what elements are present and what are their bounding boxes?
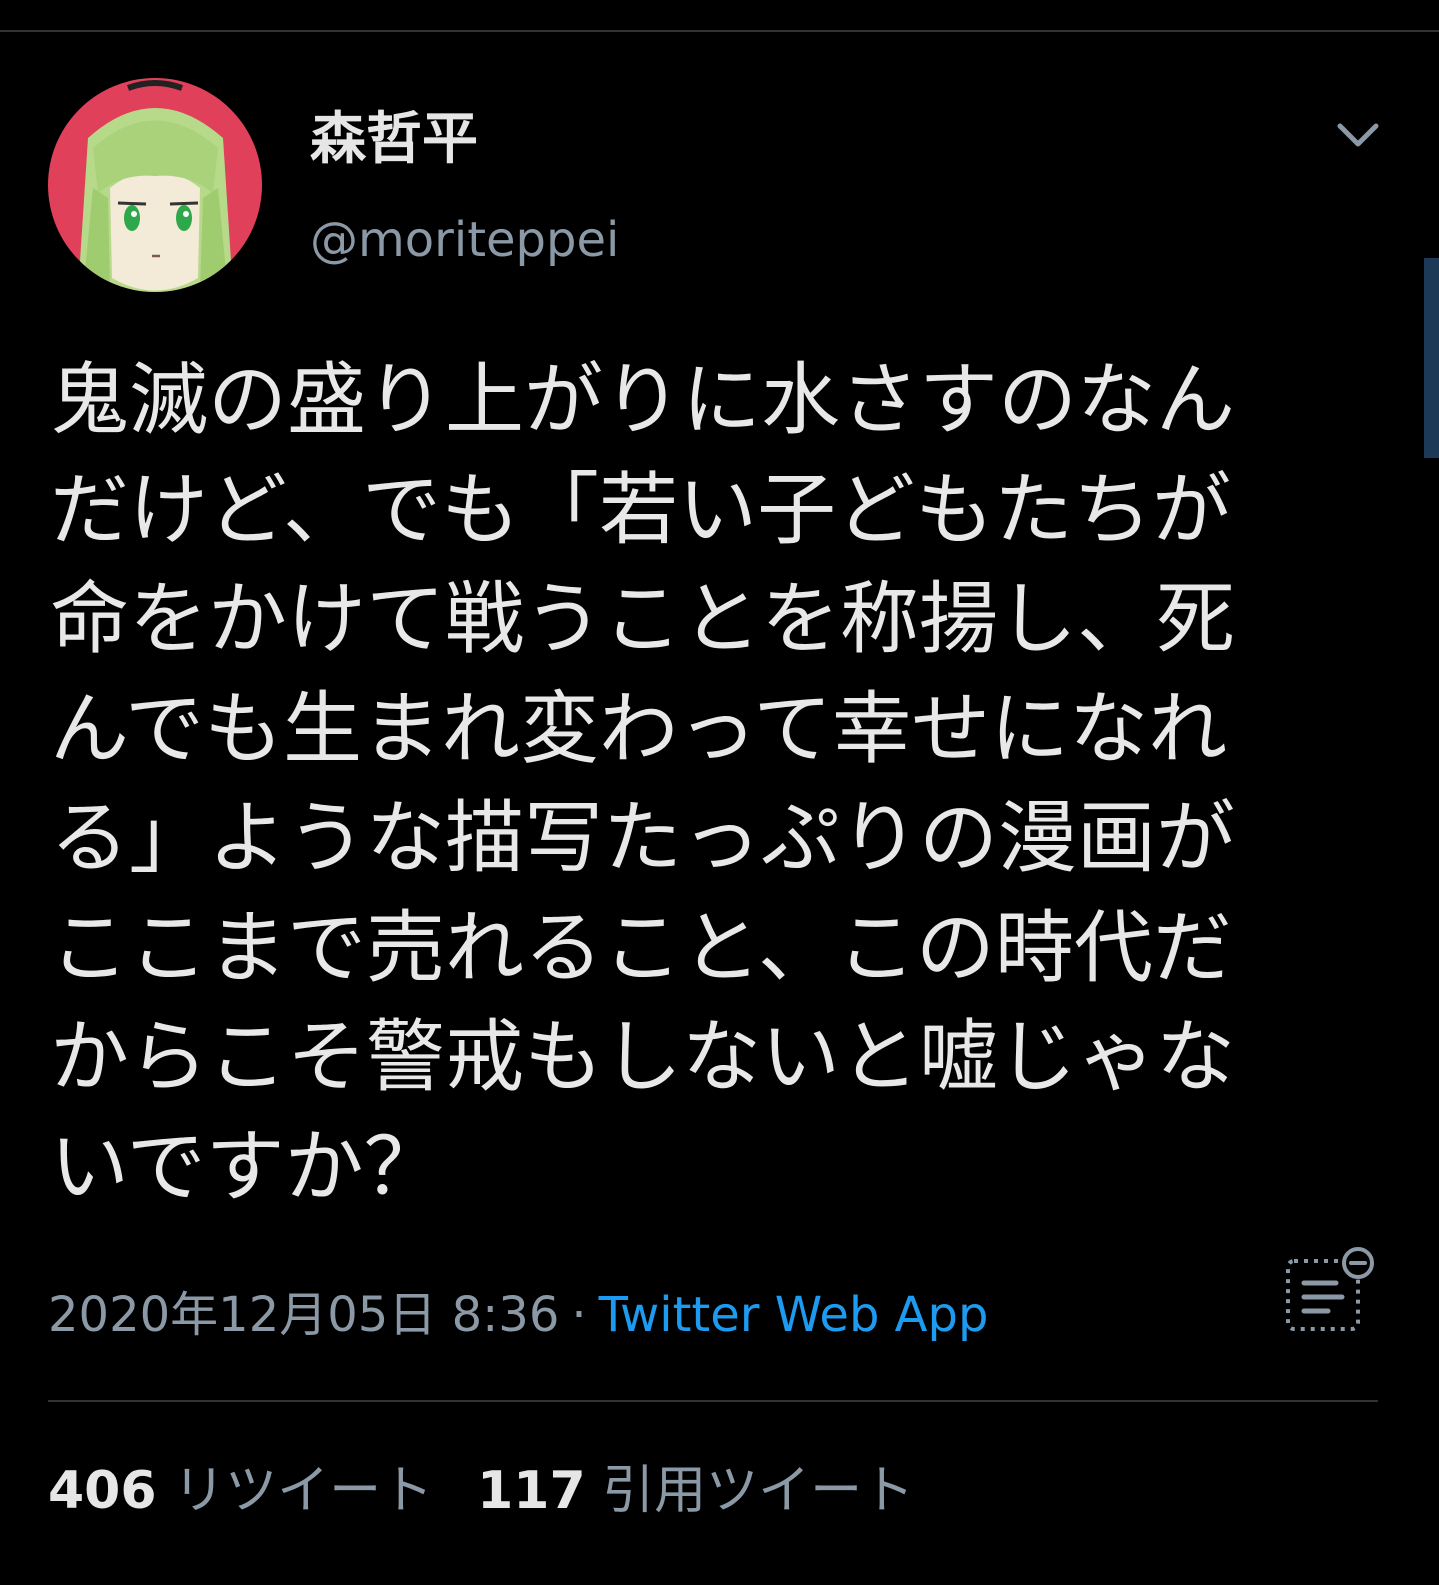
author-handle[interactable]: @moriteppei [310, 210, 619, 270]
quotes-count: 117 [477, 1461, 586, 1521]
top-divider [0, 30, 1439, 32]
scroll-indicator [1424, 258, 1439, 458]
quotes-stat[interactable]: 117 引用ツイート [477, 1461, 914, 1521]
more-options-button[interactable] [1330, 112, 1386, 160]
tweet-meta: 2020年12月05日 8:36 · Twitter Web App [48, 1283, 988, 1347]
author-display-name[interactable]: 森哲平 [310, 108, 478, 172]
stats-divider [48, 1400, 1378, 1402]
retweets-count: 406 [48, 1461, 157, 1521]
tweet-stats: 406 リツイート 117 引用ツイート [48, 1456, 914, 1526]
retweets-stat[interactable]: 406 リツイート [48, 1461, 433, 1521]
analytics-button[interactable] [1280, 1243, 1380, 1335]
chevron-down-icon [1337, 123, 1379, 147]
tweet-text: 鬼滅の盛り上がりに水さすのなん だけど、でも「若い子どもたちが 命をかけて戦うこ… [50, 354, 1235, 1213]
retweets-label: リツイート [173, 1461, 434, 1521]
quotes-label: 引用ツイート [602, 1461, 915, 1521]
meta-separator: · [571, 1287, 587, 1343]
analytics-icon [1286, 1247, 1374, 1331]
tweet-timestamp[interactable]: 2020年12月05日 8:36 [48, 1287, 559, 1343]
avatar-image [48, 78, 262, 292]
avatar[interactable] [48, 78, 262, 292]
tweet-source-link[interactable]: Twitter Web App [599, 1287, 989, 1343]
